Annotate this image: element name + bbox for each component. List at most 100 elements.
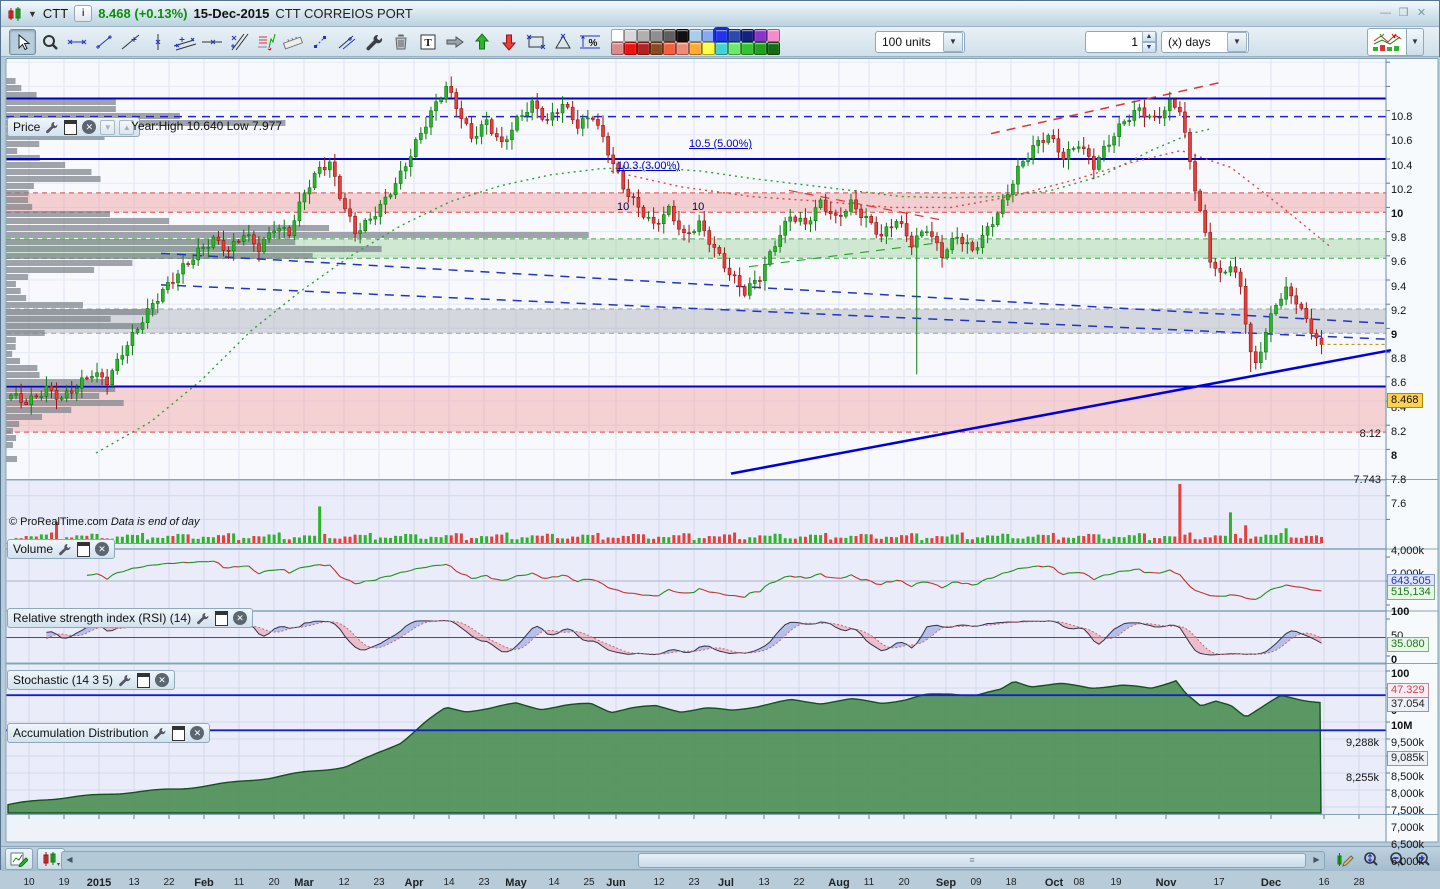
scroll-left-icon[interactable]: ◀ (63, 852, 76, 867)
color-palette[interactable] (611, 29, 779, 54)
restore-button[interactable]: ❒ (1396, 6, 1411, 20)
ad-settings-wrench-icon[interactable] (152, 726, 167, 740)
pointer-tool-button[interactable] (9, 29, 36, 55)
close-button[interactable]: ✕ (1414, 6, 1429, 20)
line-tool-button[interactable] (117, 29, 144, 55)
color-swatch[interactable] (702, 42, 715, 55)
color-swatch[interactable] (767, 42, 780, 55)
units-dropdown-icon[interactable]: ▼ (943, 32, 963, 52)
color-swatch[interactable] (728, 42, 741, 55)
percent-measure-tool-button[interactable]: % (576, 29, 603, 55)
stoch-settings-wrench-icon[interactable] (117, 673, 132, 687)
date-axis-tick: 23 (373, 877, 384, 888)
trend-fan-tool-button[interactable] (225, 29, 252, 55)
scroll-right-icon[interactable]: ▶ (1310, 852, 1323, 867)
parallel-lines-tool-button[interactable] (333, 29, 360, 55)
color-swatch[interactable] (689, 29, 702, 42)
color-swatch[interactable] (676, 42, 689, 55)
color-swatch[interactable] (676, 29, 689, 42)
price-close-icon[interactable]: ✕ (82, 120, 96, 134)
color-swatch[interactable] (715, 29, 728, 42)
pattern-tool-button[interactable] (252, 29, 279, 55)
rsi-settings-wrench-icon[interactable] (195, 611, 210, 625)
chart-settings-button[interactable] (5, 848, 33, 870)
info-button[interactable]: i (74, 5, 92, 22)
scrollbar-thumb[interactable]: ≡ (638, 853, 1306, 868)
stoch-close-icon[interactable]: ✕ (155, 673, 169, 687)
color-swatch[interactable] (650, 29, 663, 42)
segment-tool-button[interactable] (90, 29, 117, 55)
arrow-down-tool-button[interactable] (495, 29, 522, 55)
date-axis-tick: Jul (718, 877, 734, 889)
svg-text:T: T (424, 37, 432, 49)
spinner-down-icon[interactable]: ▼ (1142, 42, 1156, 53)
ad-window-icon[interactable] (171, 726, 186, 740)
zoom-tool-button[interactable] (36, 29, 63, 55)
horizontal-segment-tool-button[interactable] (63, 29, 90, 55)
volume-settings-wrench-icon[interactable] (57, 542, 72, 556)
time-scrollbar[interactable]: ◀ ≡ ▶ (61, 851, 1325, 870)
color-swatch[interactable] (689, 42, 702, 55)
vertical-line-tool-button[interactable] (144, 29, 171, 55)
color-swatch[interactable] (611, 29, 624, 42)
edit-chart-button[interactable] (1333, 849, 1357, 870)
color-swatch[interactable] (624, 42, 637, 55)
period-dropdown-icon[interactable]: ▼ (1227, 32, 1247, 52)
color-swatch[interactable] (663, 29, 676, 42)
color-swatch[interactable] (741, 29, 754, 42)
volume-window-icon[interactable] (76, 542, 91, 556)
date-axis-tick: 19 (58, 877, 69, 888)
volume-axis-tick: 4,000k (1391, 545, 1424, 557)
chart-type-button[interactable] (1367, 28, 1407, 56)
chart-canvas[interactable] (1, 57, 1440, 846)
date-axis-tick: 14 (443, 877, 454, 888)
units-select[interactable]: 100 units▼ (875, 31, 965, 53)
rectangle-tool-button[interactable] (522, 29, 549, 55)
color-swatch[interactable] (754, 29, 767, 42)
volume-close-icon[interactable]: ✕ (95, 542, 109, 556)
date-axis-tick: 23 (478, 877, 489, 888)
channel-tool-button[interactable] (171, 29, 198, 55)
chart-type-dropdown-icon[interactable]: ▼ (1407, 28, 1424, 56)
spinner-up-icon[interactable]: ▲ (1142, 31, 1156, 42)
color-swatch[interactable] (637, 42, 650, 55)
stoch-window-icon[interactable] (136, 673, 151, 687)
zoom-fit-button[interactable] (1359, 849, 1383, 870)
color-swatch[interactable] (663, 42, 676, 55)
drawing-toolbar: T % 100 units▼ 1 ▲▼ (x) days▼ ▼ (1, 27, 1439, 57)
date-axis-tick: Jun (606, 877, 626, 889)
color-swatch[interactable] (637, 29, 650, 42)
color-swatch[interactable] (767, 29, 780, 42)
price-settings-wrench-icon[interactable] (44, 120, 59, 134)
symbol-dropdown-icon[interactable]: ▼ (28, 9, 37, 19)
text-tool-button[interactable]: T (414, 29, 441, 55)
arrow-right-tool-button[interactable] (441, 29, 468, 55)
date-axis-tick: Apr (405, 877, 424, 889)
horizontal-ray-tool-button[interactable] (198, 29, 225, 55)
ad-close-icon[interactable]: ✕ (190, 726, 204, 740)
color-swatch[interactable] (611, 42, 624, 55)
arrow-up-tool-button[interactable] (468, 29, 495, 55)
period-select[interactable]: (x) days▼ (1161, 31, 1249, 53)
ruler-tool-button[interactable] (279, 29, 306, 55)
color-swatch[interactable] (702, 29, 715, 42)
minimize-button[interactable]: — (1378, 6, 1393, 20)
bars-count-spinner[interactable]: 1 ▲▼ (1085, 31, 1157, 53)
triangle-tool-button[interactable] (549, 29, 576, 55)
color-swatch[interactable] (715, 42, 728, 55)
trash-button[interactable] (387, 29, 414, 55)
color-swatch[interactable] (650, 42, 663, 55)
color-swatch[interactable] (728, 29, 741, 42)
price-window-icon[interactable] (63, 120, 78, 134)
color-swatch[interactable] (754, 42, 767, 55)
price-level-label: 7.743 (1291, 474, 1381, 486)
color-swatch[interactable] (741, 42, 754, 55)
date-axis-tick: 23 (688, 877, 699, 888)
polyline-tool-button[interactable] (306, 29, 333, 55)
rsi-window-icon[interactable] (214, 611, 229, 625)
price-move-down-icon[interactable]: ▼ (100, 120, 115, 135)
color-swatch[interactable] (624, 29, 637, 42)
rsi-axis-tick: 100 (1391, 606, 1409, 618)
tools-wrench-button[interactable] (360, 29, 387, 55)
rsi-close-icon[interactable]: ✕ (233, 611, 247, 625)
